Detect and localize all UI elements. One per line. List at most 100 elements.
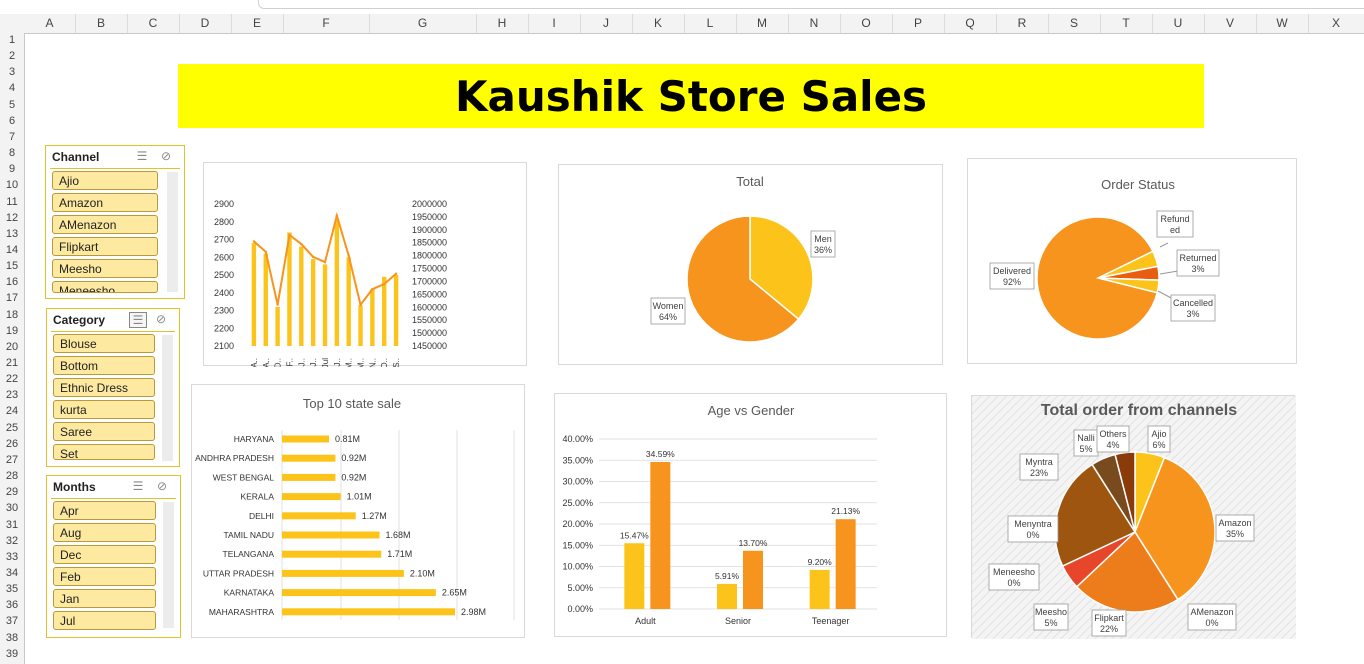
slicer-scrollbar[interactable] [163,502,174,628]
column-header[interactable]: X [1308,14,1364,33]
slicer-item-meneesho[interactable]: Meneesho [52,281,158,293]
slicer-item-apr[interactable]: Apr [53,501,156,520]
channel-orders-pie-chart[interactable]: Total order from channels Ajio 6% Amazon 35%… [971,395,1296,639]
column-header[interactable]: M [736,14,789,33]
column-header[interactable]: G [369,14,477,33]
slicer-item-aug[interactable]: Aug [53,523,156,542]
row-header[interactable]: 13 [0,228,24,240]
column-header[interactable]: B [75,14,128,33]
column-header[interactable]: I [528,14,581,33]
row-header[interactable]: 10 [0,179,24,191]
slicer-item-ethnic-dress[interactable]: Ethnic Dress [53,378,155,397]
slicer-item-kurta[interactable]: kurta [53,400,155,419]
slicer-item-dec[interactable]: Dec [53,545,156,564]
gender-pie-chart[interactable]: Total Men 36% Women 64% [558,164,943,365]
row-header[interactable]: 18 [0,309,24,321]
column-header[interactable]: F [283,14,370,33]
row-header[interactable]: 24 [0,405,24,417]
column-header[interactable]: U [1152,14,1205,33]
top-state-sales-chart[interactable]: Top 10 state sale HARYANA 0.81M ANDHRA PRAD… [191,384,525,638]
column-header[interactable]: N [788,14,841,33]
row-header[interactable]: 14 [0,244,24,256]
row-header[interactable]: 2 [0,50,24,62]
slicer-scrollbar[interactable] [167,172,178,292]
column-header[interactable]: A [24,14,76,33]
row-header[interactable]: 6 [0,115,24,127]
slicer-item-meesho[interactable]: Meesho [52,259,158,278]
row-header[interactable]: 36 [0,599,24,611]
slicer-item-flipkart[interactable]: Flipkart [52,237,158,256]
row-header[interactable]: 20 [0,341,24,353]
slicer-item-blouse[interactable]: Blouse [53,334,155,353]
column-header[interactable]: K [632,14,685,33]
clear-filter-icon[interactable]: ⊘ [158,149,174,163]
channel-slicer[interactable]: Channel ☰ ⊘ Ajio Amazon AMenazon Flipkar… [45,145,185,299]
column-header[interactable]: H [476,14,529,33]
row-header[interactable]: 35 [0,583,24,595]
row-header[interactable]: 39 [0,648,24,660]
multi-select-icon[interactable]: ☰ [134,149,150,163]
row-header[interactable]: 34 [0,567,24,579]
row-header[interactable]: 7 [0,131,24,143]
column-header[interactable]: T [1100,14,1153,33]
row-header[interactable]: 3 [0,66,24,78]
formula-bar[interactable] [258,0,1364,9]
column-header[interactable]: J [580,14,633,33]
order-status-pie-chart[interactable]: Order Status Delivered 92% Refund ed Returned… [967,158,1297,364]
column-header[interactable]: P [892,14,945,33]
row-header[interactable]: 9 [0,163,24,175]
row-header[interactable]: 16 [0,276,24,288]
row-header[interactable]: 38 [0,632,24,644]
row-header[interactable]: 30 [0,502,24,514]
row-header[interactable]: 26 [0,438,24,450]
row-header[interactable]: 37 [0,615,24,627]
column-header[interactable]: S [1048,14,1101,33]
row-header[interactable]: 19 [0,325,24,337]
row-header[interactable]: 21 [0,357,24,369]
column-header[interactable]: V [1204,14,1257,33]
column-header[interactable]: C [127,14,180,33]
slicer-scrollbar[interactable] [162,335,173,461]
row-header[interactable]: 17 [0,292,24,304]
row-header[interactable]: 32 [0,535,24,547]
months-slicer[interactable]: Months ☰ ⊘ Apr Aug Dec Feb Jan Jul [46,475,181,638]
column-header[interactable]: D [179,14,232,33]
slicer-item-jul[interactable]: Jul [53,611,156,630]
multi-select-icon[interactable]: ☰ [130,479,146,493]
slicer-item-amenazon[interactable]: AMenazon [52,215,158,234]
slicer-item-set[interactable]: Set [53,444,155,460]
row-header[interactable]: 27 [0,454,24,466]
slicer-item-ajio[interactable]: Ajio [52,171,158,190]
slicer-item-bottom[interactable]: Bottom [53,356,155,375]
slicer-item-jan[interactable]: Jan [53,589,156,608]
row-header[interactable]: 11 [0,196,24,208]
row-header[interactable]: 15 [0,260,24,272]
category-slicer[interactable]: Category ☰ ⊘ Blouse Bottom Ethnic Dress … [46,308,180,467]
column-header[interactable]: L [684,14,737,33]
clear-filter-icon[interactable]: ⊘ [154,479,170,493]
row-header[interactable]: 22 [0,373,24,385]
column-header[interactable]: W [1256,14,1309,33]
row-header[interactable]: 5 [0,99,24,111]
slicer-item-feb[interactable]: Feb [53,567,156,586]
slicer-item-saree[interactable]: Saree [53,422,155,441]
column-header[interactable]: O [840,14,893,33]
slicer-item-amazon[interactable]: Amazon [52,193,158,212]
row-header[interactable]: 28 [0,470,24,482]
row-header[interactable]: 33 [0,551,24,563]
multi-select-icon[interactable]: ☰ [129,312,147,328]
age-vs-gender-chart[interactable]: Age vs Gender 40.00% 35.00% 30.00% 25.00% 20.… [554,393,947,637]
column-header[interactable]: R [996,14,1049,33]
clear-filter-icon[interactable]: ⊘ [153,312,169,326]
row-header[interactable]: 1 [0,34,24,46]
row-header[interactable]: 29 [0,486,24,498]
row-header[interactable]: 25 [0,422,24,434]
row-header[interactable]: 31 [0,519,24,531]
row-header[interactable]: 23 [0,389,24,401]
row-header[interactable]: 12 [0,212,24,224]
column-header[interactable]: Q [944,14,997,33]
monthly-sales-chart[interactable]: 2900 2800 2700 2600 2500 2400 2300 2200 2100 2000… [203,162,527,367]
row-header[interactable]: 4 [0,82,24,94]
column-header[interactable]: E [231,14,284,33]
row-header[interactable]: 8 [0,147,24,159]
